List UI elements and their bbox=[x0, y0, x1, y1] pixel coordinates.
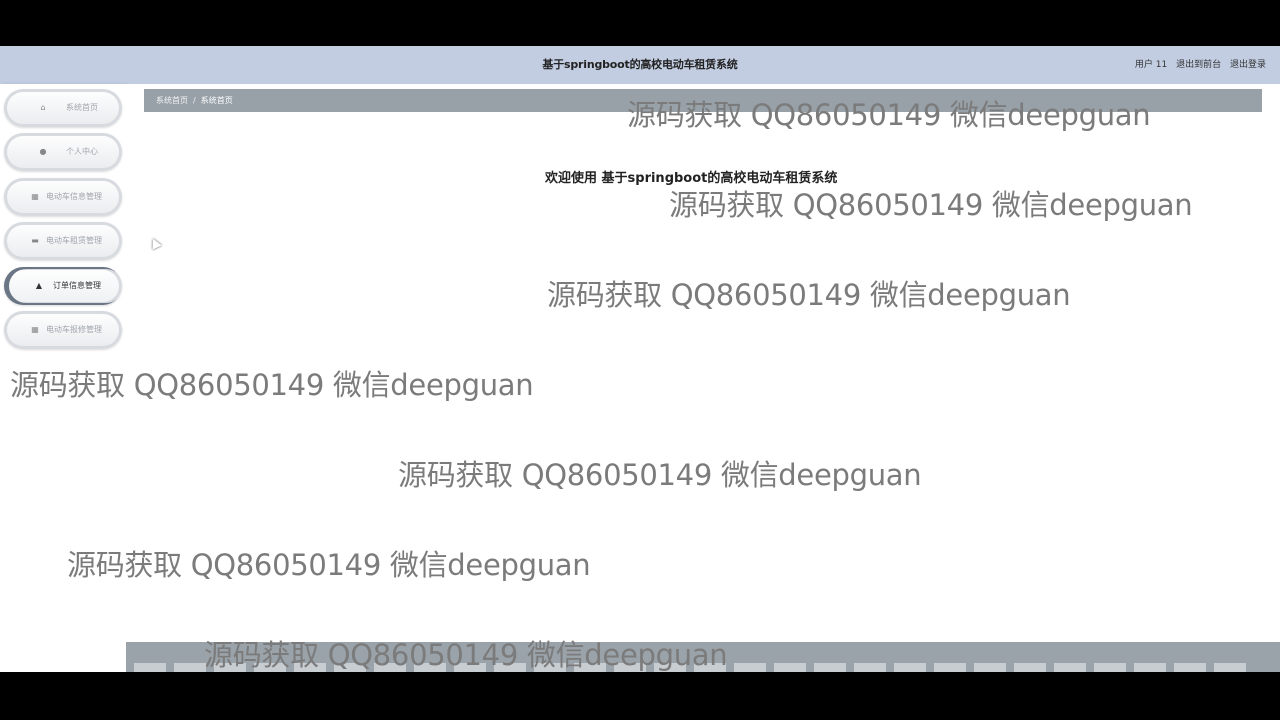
breadcrumb-home-link[interactable]: 系统首页 bbox=[156, 96, 188, 105]
bottom-bar-tab bbox=[214, 663, 246, 672]
breadcrumb: 系统首页 / 系统首页 bbox=[144, 89, 1262, 112]
sidebar-item-label: 订单信息管理 bbox=[53, 281, 101, 290]
bottom-bar-tab bbox=[574, 663, 606, 672]
letterbox-bottom bbox=[0, 672, 1280, 720]
sidebar-item-order-info[interactable]: ▲ 订单信息管理 bbox=[4, 267, 122, 305]
exit-to-front-link[interactable]: 退出到前台 bbox=[1176, 60, 1221, 70]
bottom-bar-tab bbox=[374, 663, 406, 672]
chat-icon: ▬ bbox=[31, 236, 39, 245]
bottom-bar-tab bbox=[494, 663, 526, 672]
bottom-bar-tab bbox=[1094, 663, 1126, 672]
bottom-bar-tab bbox=[254, 663, 286, 672]
grid-icon: ▦ bbox=[31, 325, 39, 334]
logout-link[interactable]: 退出登录 bbox=[1230, 60, 1266, 70]
bottom-bar-tab bbox=[694, 663, 726, 672]
user-upload-icon: ▲ bbox=[35, 281, 43, 290]
bottom-bar-tab bbox=[1134, 663, 1166, 672]
sidebar-item-label: 个人中心 bbox=[66, 147, 98, 156]
topbar-actions: 用户 11 退出到前台 退出登录 bbox=[1129, 46, 1266, 84]
sidebar-item-profile[interactable]: ● 个人中心 bbox=[4, 133, 122, 171]
breadcrumb-separator: / bbox=[193, 96, 196, 105]
sidebar-item-label: 电动车信息管理 bbox=[46, 192, 102, 201]
bottom-bar-tab bbox=[734, 663, 766, 672]
sidebar-item-ebike-repair[interactable]: ▦ 电动车报修管理 bbox=[4, 311, 122, 349]
app-window: 基于springboot的高校电动车租赁系统 用户 11 退出到前台 退出登录 … bbox=[0, 46, 1280, 672]
sidebar-menu: ⌂ 系统首页 ● 个人中心 ▦ 电动车信息管理 ▬ 电动车租赁管理 ▲ 订单信息… bbox=[0, 84, 126, 672]
bottom-bar-tab bbox=[174, 663, 206, 672]
bottom-bar-tab bbox=[294, 663, 326, 672]
sidebar-item-home[interactable]: ⌂ 系统首页 bbox=[4, 89, 122, 127]
bottom-bar-tab bbox=[1214, 663, 1246, 672]
sidebar-item-label: 电动车租赁管理 bbox=[46, 236, 102, 245]
bottom-bar-tab bbox=[934, 663, 966, 672]
home-icon: ⌂ bbox=[40, 103, 46, 112]
letterbox-top bbox=[0, 0, 1280, 46]
welcome-heading: 欢迎使用 基于springboot的高校电动车租赁系统 bbox=[545, 171, 838, 186]
app-title: 基于springboot的高校电动车租赁系统 bbox=[542, 58, 738, 71]
bottom-bar-tab bbox=[814, 663, 846, 672]
bottom-bar bbox=[126, 642, 1280, 672]
sidebar-item-label: 电动车报修管理 bbox=[46, 325, 102, 334]
bottom-bar-tab bbox=[774, 663, 806, 672]
bottom-bar-tab bbox=[854, 663, 886, 672]
bottom-bar-tab bbox=[654, 663, 686, 672]
bottom-bar-tab bbox=[334, 663, 366, 672]
bottom-bar-tab bbox=[534, 663, 566, 672]
current-user-label: 用户 11 bbox=[1134, 60, 1168, 70]
bottom-bar-tab bbox=[1174, 663, 1206, 672]
grid-icon: ▦ bbox=[31, 192, 39, 201]
bottom-bar-tab bbox=[134, 663, 166, 672]
bottom-bar-tab bbox=[614, 663, 646, 672]
bottom-bar-tab bbox=[454, 663, 486, 672]
top-navbar: 基于springboot的高校电动车租赁系统 用户 11 退出到前台 退出登录 bbox=[0, 46, 1280, 84]
main-content: 系统首页 / 系统首页 欢迎使用 基于springboot的高校电动车租赁系统 bbox=[126, 84, 1280, 672]
sidebar-item-label: 系统首页 bbox=[66, 103, 98, 112]
sidebar-item-ebike-rental[interactable]: ▬ 电动车租赁管理 bbox=[4, 222, 122, 260]
sidebar-item-ebike-info[interactable]: ▦ 电动车信息管理 bbox=[4, 178, 122, 216]
bottom-bar-tab bbox=[1014, 663, 1046, 672]
bottom-bar-tab bbox=[414, 663, 446, 672]
user-icon: ● bbox=[39, 147, 47, 156]
bottom-bar-tab bbox=[894, 663, 926, 672]
bottom-bar-tab bbox=[1054, 663, 1086, 672]
bottom-bar-tab bbox=[974, 663, 1006, 672]
breadcrumb-current: 系统首页 bbox=[200, 96, 233, 105]
